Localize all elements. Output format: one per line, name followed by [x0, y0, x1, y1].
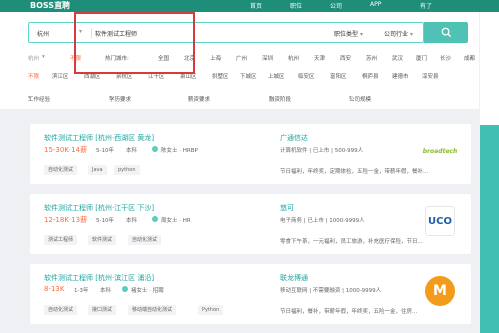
company-benefits: 节日福利，餐补，带薪年假，年终奖，五险一金，住房... [280, 309, 418, 315]
hot-city-item[interactable]: 上海 [210, 54, 221, 62]
hot-city-item[interactable]: 广州 [236, 54, 247, 62]
hot-city-item[interactable]: 深圳 [262, 54, 273, 62]
job-card[interactable]: 软件测试工程师 [杭州·江干区 下沙] 12-18K·13薪 5-10年 本科 … [30, 194, 471, 254]
job-recruiter: 周女士 · HR [161, 218, 191, 224]
company-benefits: 零食下午茶，一元福利，员工旅游，补充医疗保险，节日... [280, 239, 423, 245]
district-item[interactable]: 江干区 [148, 72, 165, 80]
company-name[interactable]: 悠可 [280, 203, 294, 213]
side-promo-panel[interactable] [480, 125, 499, 333]
nav-link-home[interactable]: 首页 [250, 1, 262, 10]
chevron-down-icon: ▾ [79, 28, 83, 35]
avatar [152, 146, 158, 152]
avatar [152, 216, 158, 222]
job-salary: 12-18K·13薪 [44, 216, 88, 224]
job-salary: 8-13K [44, 285, 65, 293]
district-item[interactable]: 滨江区 [52, 72, 69, 80]
hot-city-item[interactable]: 长沙 [440, 54, 451, 62]
job-experience: 5-10年 [96, 148, 114, 154]
hot-city-item[interactable]: 北京 [184, 54, 195, 62]
district-item[interactable]: 临安区 [298, 72, 315, 80]
nav-link-jobs[interactable]: 职位 [290, 1, 302, 10]
job-tag: Java [88, 165, 107, 175]
district-item[interactable]: 建德市 [392, 72, 409, 80]
job-tag: 测试工程师 [44, 235, 78, 245]
hot-city-item[interactable]: 武汉 [392, 54, 403, 62]
nav-link-companies[interactable]: 公司 [330, 1, 342, 10]
district-any[interactable]: 不限 [28, 72, 39, 80]
job-experience: 5-10年 [96, 218, 114, 224]
job-experience: 1-3年 [74, 288, 89, 294]
job-salary: 15-30K·14薪 [44, 146, 88, 154]
job-education: 本科 [100, 288, 112, 294]
job-education: 本科 [126, 148, 138, 154]
city-label: 杭州 [28, 56, 40, 62]
district-item[interactable]: 下城区 [240, 72, 257, 80]
site-logo[interactable]: BOSS直聘 [30, 0, 70, 11]
hot-city-item[interactable]: 西安 [340, 54, 351, 62]
job-title[interactable]: 软件测试工程师 [杭州·西湖区 黄龙] [44, 133, 154, 143]
hot-city-item[interactable]: 厦门 [416, 54, 427, 62]
district-item[interactable]: 西湖区 [84, 72, 101, 80]
job-tag: 移动端自动化测试 [128, 305, 177, 315]
job-tag: 自动化测试 [44, 305, 78, 315]
job-card[interactable]: 软件测试工程师 [杭州·滨江区 浦沿] 8-13K 1-3年 本科 褚女士 · … [30, 264, 471, 324]
district-item[interactable]: 淳安县 [422, 72, 439, 80]
company-name[interactable]: 联龙博通 [280, 273, 308, 283]
city-any[interactable]: 不限 [70, 54, 81, 62]
position-type-dropdown[interactable]: 职位类型 ▾ [334, 29, 363, 38]
chevron-down-icon: ▾ [42, 54, 45, 60]
job-tag: python [114, 165, 140, 175]
top-nav-bar: BOSS直聘 首页 职位 公司 APP 有了 [0, 0, 499, 12]
search-icon [441, 27, 451, 38]
hot-city-item[interactable]: 全国 [158, 54, 169, 62]
hot-city-item[interactable]: 天津 [314, 54, 325, 62]
district-item[interactable]: 上城区 [268, 72, 285, 80]
company-name[interactable]: 广通信达 [280, 133, 308, 143]
company-info: 电子商务 | 已上市 | 1000-9999人 [280, 218, 365, 224]
job-title[interactable]: 软件测试工程师 [杭州·江干区 下沙] [44, 203, 154, 213]
job-tag: 自动化测试 [128, 235, 162, 245]
job-tag: Python [198, 305, 224, 315]
district-item[interactable]: 桐庐县 [362, 72, 379, 80]
search-button[interactable] [424, 22, 468, 43]
hot-cities-label: 热门城市: [105, 56, 129, 62]
job-card[interactable]: 软件测试工程师 [杭州·西湖区 黄龙] 15-30K·14薪 5-10年 本科 … [30, 124, 471, 184]
job-tag: 接口测试 [88, 305, 117, 315]
district-item[interactable]: 萧山区 [180, 72, 197, 80]
avatar [122, 286, 128, 292]
hot-city-item[interactable]: 杭州 [288, 54, 299, 62]
search-panel: 杭州 ▾ 职位类型 ▾ 公司行业 ▾ 杭州 ▾ 不限 热门城市: 全国 北京 上… [0, 12, 499, 109]
divider [91, 28, 92, 38]
job-title[interactable]: 软件测试工程师 [杭州·滨江区 浦沿] [44, 273, 154, 283]
job-recruiter: 褚女士 · 招聘 [131, 288, 164, 294]
company-benefits: 节日福利，年终奖，定期体检，五险一金，带薪年假，餐补... [280, 169, 429, 175]
industry-dropdown[interactable]: 公司行业 ▾ [384, 29, 413, 38]
district-item[interactable]: 余杭区 [116, 72, 133, 80]
district-item[interactable]: 拱墅区 [212, 72, 229, 80]
hot-city-item[interactable]: 成都 [464, 54, 475, 62]
company-info: 移动互联网 | 不需要融资 | 1000-9999人 [280, 288, 382, 294]
company-logo[interactable]: M [425, 276, 455, 306]
hot-city-item[interactable]: 苏州 [366, 54, 377, 62]
company-info: 计算机软件 | 已上市 | 500-999人 [280, 148, 364, 154]
nav-link-other[interactable]: 有了 [420, 1, 432, 10]
nav-link-app[interactable]: APP [370, 1, 381, 8]
job-tag: 软件测试 [88, 235, 117, 245]
job-education: 本科 [126, 218, 138, 224]
company-logo[interactable]: broadtech [423, 136, 457, 166]
job-tag: 自动化测试 [44, 165, 78, 175]
search-box: 杭州 ▾ 职位类型 ▾ 公司行业 ▾ [28, 22, 424, 43]
search-input[interactable] [95, 26, 225, 40]
district-item[interactable]: 富阳区 [330, 72, 347, 80]
city-selector[interactable]: 杭州 [37, 29, 49, 38]
job-recruiter: 陈女士 · HRBP [161, 148, 198, 154]
company-logo[interactable]: UCO [425, 206, 455, 236]
